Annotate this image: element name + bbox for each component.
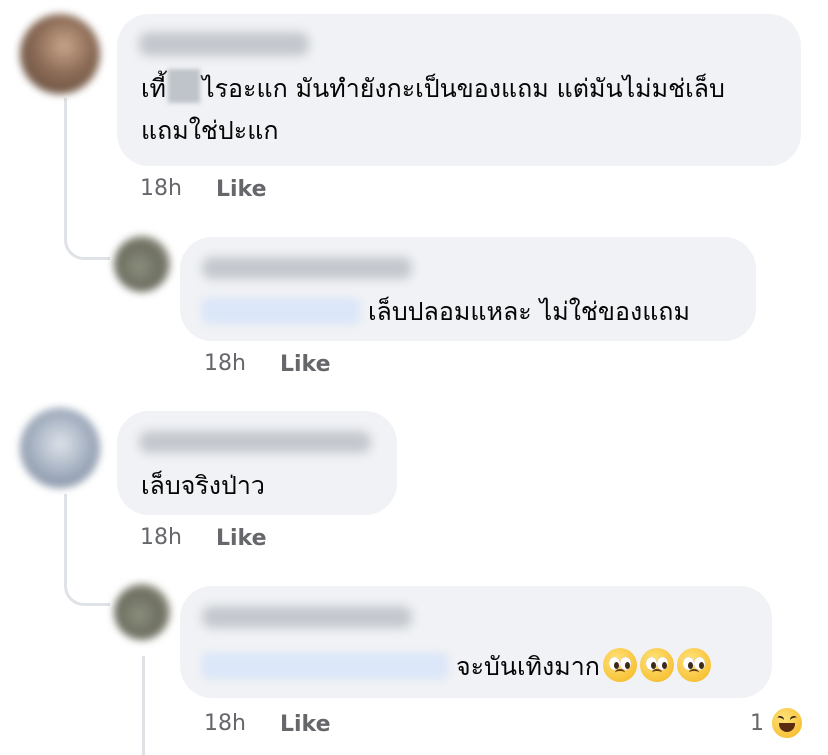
timestamp[interactable]: 18h	[204, 711, 246, 736]
thread-line	[142, 656, 145, 755]
reply-text: จะบันเทิงมาก	[455, 652, 600, 681]
like-button[interactable]: Like	[280, 352, 331, 377]
reply-text: เล็บปลอมแหละ ไม่ใช่ของแถม	[367, 297, 690, 326]
reply-bubble: เล็บปลอมแหละ ไม่ใช่ของแถม	[180, 237, 756, 341]
censored-text	[168, 69, 201, 103]
timestamp[interactable]: 18h	[140, 176, 182, 201]
pleading-face-emoji	[676, 648, 711, 682]
thread-line	[64, 494, 67, 554]
avatar[interactable]	[114, 584, 170, 640]
avatar[interactable]	[114, 236, 170, 292]
author-name[interactable]	[202, 257, 412, 279]
like-button[interactable]: Like	[216, 177, 267, 202]
thread-curve	[64, 200, 110, 260]
author-name[interactable]	[139, 431, 371, 453]
comment-text-end: ไรอะแก มันทำยังกะเป็นของแถม แต่มันไม่มช่…	[202, 74, 725, 103]
reaction-count[interactable]: 1	[750, 711, 764, 736]
reply-bubble: จะบันเทิงมาก	[180, 586, 772, 698]
comment-bubble: เล็บจริงป่าว	[117, 411, 397, 515]
author-name[interactable]	[202, 606, 412, 628]
comment-text-start: เที้	[141, 74, 167, 103]
mention-tag[interactable]	[202, 298, 360, 324]
timestamp[interactable]: 18h	[140, 525, 182, 550]
reply-text-row: เล็บปลอมแหละ ไม่ใช่ของแถม	[202, 289, 690, 335]
thread-line	[64, 98, 67, 208]
reply-text-row: จะบันเทิงมาก	[202, 644, 711, 690]
mention-tag[interactable]	[202, 653, 448, 679]
timestamp[interactable]: 18h	[204, 351, 246, 376]
comment-bubble: เที้ ไรอะแก มันทำยังกะเป็นของแถม แต่มันไม…	[117, 14, 801, 166]
comment-text: เที้ ไรอะแก มันทำยังกะเป็นของแถม แต่มันไม…	[141, 66, 725, 112]
pleading-face-emoji	[639, 648, 674, 682]
comment-text-line-2: แถมใช่ปะแก	[141, 116, 279, 145]
comment-text: เล็บจริงป่าว	[141, 471, 265, 500]
like-button[interactable]: Like	[280, 712, 331, 737]
avatar[interactable]	[20, 408, 100, 488]
like-button[interactable]: Like	[216, 526, 267, 551]
author-name[interactable]	[139, 32, 309, 56]
laughing-face-emoji[interactable]	[770, 706, 804, 740]
thread-curve	[64, 548, 110, 606]
pleading-face-emoji	[602, 648, 637, 682]
avatar[interactable]	[20, 14, 100, 94]
